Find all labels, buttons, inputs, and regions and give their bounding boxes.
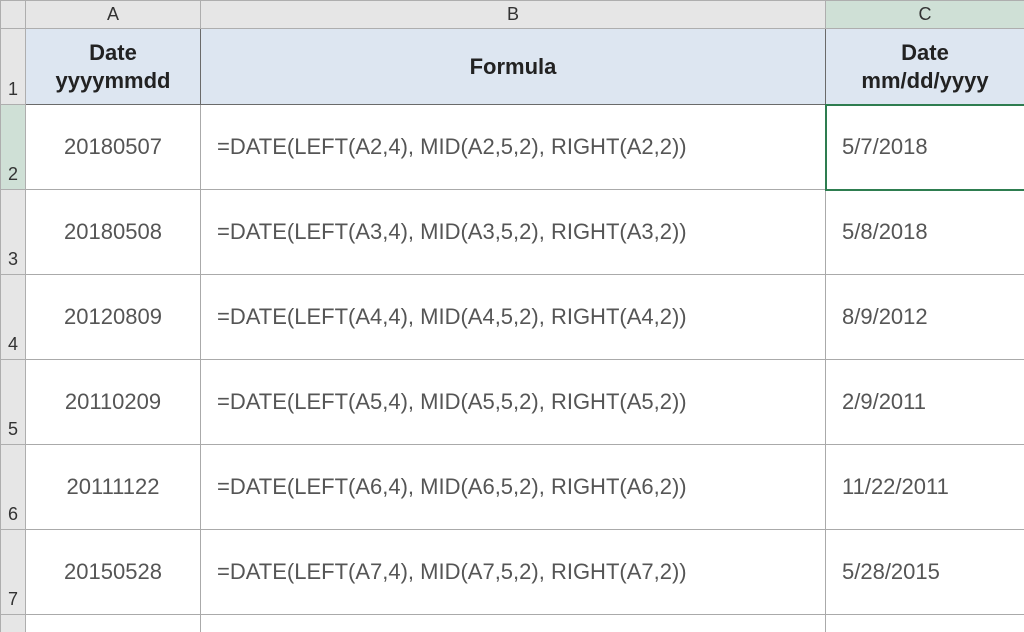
column-header-A[interactable]: A — [26, 1, 201, 29]
cell-C5[interactable]: 2/9/2011 — [826, 360, 1024, 445]
cell-A5[interactable]: 20110209 — [26, 360, 201, 445]
row-header-2[interactable]: 2 — [1, 105, 26, 190]
row-header-1[interactable]: 1 — [1, 29, 26, 105]
cell-B7[interactable]: =DATE(LEFT(A7,4), MID(A7,5,2), RIGHT(A7,… — [201, 530, 826, 615]
table-row: 7 20150528 =DATE(LEFT(A7,4), MID(A7,5,2)… — [1, 530, 1024, 615]
cell-A8[interactable] — [26, 615, 201, 632]
column-header-B[interactable]: B — [201, 1, 826, 29]
cell-A6[interactable]: 20111122 — [26, 445, 201, 530]
table-row: 2 20180507 =DATE(LEFT(A2,4), MID(A2,5,2)… — [1, 105, 1024, 190]
cell-C8[interactable] — [826, 615, 1024, 632]
row-header-3[interactable]: 3 — [1, 190, 26, 275]
table-row — [1, 615, 1024, 632]
table-row: 3 20180508 =DATE(LEFT(A3,4), MID(A3,5,2)… — [1, 190, 1024, 275]
table-row: 1 Date yyyymmdd Formula Date mm/dd/yyyy — [1, 29, 1024, 105]
table-row: 5 20110209 =DATE(LEFT(A5,4), MID(A5,5,2)… — [1, 360, 1024, 445]
table-row: 6 20111122 =DATE(LEFT(A6,4), MID(A6,5,2)… — [1, 445, 1024, 530]
cell-C7[interactable]: 5/28/2015 — [826, 530, 1024, 615]
cell-B2[interactable]: =DATE(LEFT(A2,4), MID(A2,5,2), RIGHT(A2,… — [201, 105, 826, 190]
cell-B4[interactable]: =DATE(LEFT(A4,4), MID(A4,5,2), RIGHT(A4,… — [201, 275, 826, 360]
cell-C3[interactable]: 5/8/2018 — [826, 190, 1024, 275]
cell-B6[interactable]: =DATE(LEFT(A6,4), MID(A6,5,2), RIGHT(A6,… — [201, 445, 826, 530]
cell-B3[interactable]: =DATE(LEFT(A3,4), MID(A3,5,2), RIGHT(A3,… — [201, 190, 826, 275]
cell-C4[interactable]: 8/9/2012 — [826, 275, 1024, 360]
table-row: 4 20120809 =DATE(LEFT(A4,4), MID(A4,5,2)… — [1, 275, 1024, 360]
cell-A4[interactable]: 20120809 — [26, 275, 201, 360]
column-header-C[interactable]: C — [826, 1, 1024, 29]
cell-B5[interactable]: =DATE(LEFT(A5,4), MID(A5,5,2), RIGHT(A5,… — [201, 360, 826, 445]
row-header-7[interactable]: 7 — [1, 530, 26, 615]
select-all-corner[interactable] — [1, 1, 26, 29]
cell-C6[interactable]: 11/22/2011 — [826, 445, 1024, 530]
cell-C1[interactable]: Date mm/dd/yyyy — [826, 29, 1024, 105]
cell-B8[interactable] — [201, 615, 826, 632]
cell-B1[interactable]: Formula — [201, 29, 826, 105]
spreadsheet-grid[interactable]: A B C 1 Date yyyymmdd Formula Date mm/dd… — [0, 0, 1024, 632]
cell-A7[interactable]: 20150528 — [26, 530, 201, 615]
row-header-4[interactable]: 4 — [1, 275, 26, 360]
cell-C2[interactable]: 5/7/2018 — [826, 105, 1024, 190]
cell-A3[interactable]: 20180508 — [26, 190, 201, 275]
column-header-row: A B C — [1, 1, 1024, 29]
cell-A1[interactable]: Date yyyymmdd — [26, 29, 201, 105]
row-header-8[interactable] — [1, 615, 26, 632]
row-header-5[interactable]: 5 — [1, 360, 26, 445]
cell-A2[interactable]: 20180507 — [26, 105, 201, 190]
row-header-6[interactable]: 6 — [1, 445, 26, 530]
